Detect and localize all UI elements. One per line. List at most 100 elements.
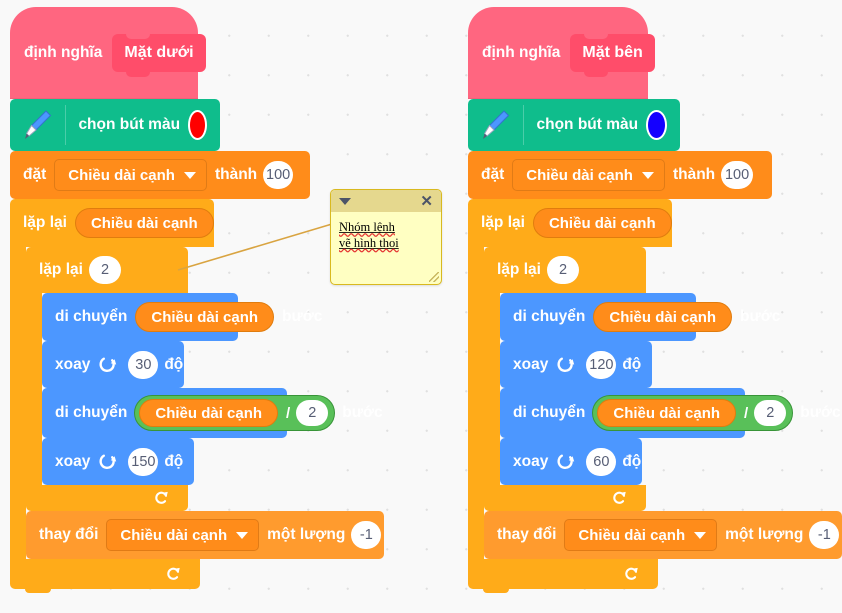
set-keyword: đặt [481,166,505,183]
division-right-input[interactable]: 2 [296,400,329,426]
move-steps-block-2[interactable]: di chuyển Chiều dài cạnh / 2 bước [42,388,383,442]
change-value-input[interactable]: -1 [809,521,840,549]
define-hat-block[interactable]: định nghĩa Mặt dưới [10,7,206,99]
move-keyword-1: di chuyển [55,308,128,325]
comment-text[interactable]: Nhóm lệnh vẽ hình thoi [331,212,441,251]
outer-repeat-block[interactable]: lặp lại Chiều dài cạnh lặp lại 2 di chuy… [468,199,842,593]
inner-repeat-header[interactable]: lặp lại 2 [484,247,646,293]
chevron-down-icon [641,171,654,179]
move-keyword-2: di chuyển [55,404,128,421]
outer-repeat-variable[interactable]: Chiều dài cạnh [532,208,672,238]
procedure-prototype[interactable]: Mặt dưới [112,34,206,77]
set-value-input[interactable]: 100 [263,161,294,189]
turn-keyword-2: xoay [55,452,91,470]
outer-repeat-variable[interactable]: Chiều dài cạnh [74,208,214,238]
change-variable-dropdown-label: Chiều dài cạnh [578,526,686,544]
move-steps-block-1[interactable]: di chuyển Chiều dài cạnh bước [500,293,780,345]
change-variable-block[interactable]: thay đổi Chiều dài cạnh một lượng -1 [26,511,384,563]
change-variable-block[interactable]: thay đổi Chiều dài cạnh một lượng -1 [484,511,842,563]
turn-degrees-label-1: độ [622,355,642,373]
set-variable-block[interactable]: đặt Chiều dài cạnh thành 100 [10,151,310,203]
comment-titlebar[interactable]: ✕ [331,190,441,212]
turn-clockwise-icon [556,355,576,375]
outer-repeat-body: lặp lại 2 di chuyển Chiều dài cạnh bước [484,247,842,563]
turn-right-block-2[interactable]: xoay 150 độ [42,438,194,489]
division-operator-symbol: / [286,404,291,422]
script-mat-ben[interactable]: định nghĩa Mặt bên chọn bút màu đặt Chiề… [468,7,842,593]
change-value-input[interactable]: -1 [351,521,382,549]
inner-repeat-times-input[interactable]: 2 [88,256,122,284]
close-icon[interactable]: ✕ [420,194,433,209]
move-steps-label-2: bước [800,404,841,421]
outer-repeat-arm [468,247,484,559]
pen-color-label: chọn bút màu [78,116,181,133]
division-operator-block[interactable]: Chiều dài cạnh / 2 [134,395,336,431]
inner-repeat-block[interactable]: lặp lại 2 di chuyển Chiều dài cạnh bước [484,247,842,515]
procedure-prototype[interactable]: Mặt bên [570,34,655,77]
loop-arrow-icon [167,567,180,580]
turn-clockwise-icon [98,355,118,375]
turn-degrees-input-1[interactable]: 120 [586,350,617,379]
variable-dropdown[interactable]: Chiều dài cạnh [54,159,207,191]
chevron-down-icon[interactable] [339,197,351,205]
change-keyword: thay đổi [497,526,557,543]
change-variable-dropdown[interactable]: Chiều dài cạnh [106,519,260,551]
move-keyword-1: di chuyển [513,308,586,325]
move-keyword-2: di chuyển [513,404,586,421]
turn-right-block-1[interactable]: xoay 120 độ [500,341,652,392]
move-steps-block-2[interactable]: di chuyển Chiều dài cạnh / 2 bước [500,388,841,442]
change-by-label: một lượng [267,526,346,543]
outer-repeat-header[interactable]: lặp lại Chiều dài cạnh [10,199,214,247]
outer-repeat-footer [468,559,658,593]
turn-keyword-1: xoay [513,355,549,373]
chevron-down-icon [694,531,707,539]
turn-clockwise-icon [556,452,576,472]
division-right-input[interactable]: 2 [754,400,787,426]
inner-repeat-arm [484,293,500,485]
define-keyword: định nghĩa [482,44,561,61]
move-steps-label-1: bước [740,308,781,325]
change-keyword: thay đổi [39,526,99,543]
move-steps-block-1[interactable]: di chuyển Chiều dài cạnh bước [42,293,322,345]
define-hat-block[interactable]: định nghĩa Mặt bên [468,7,655,99]
variable-dropdown-label: Chiều dài cạnh [526,166,633,184]
division-left-variable[interactable]: Chiều dài cạnh [597,399,737,427]
turn-right-block-1[interactable]: xoay 30 độ [42,341,184,392]
chevron-down-icon [183,171,196,179]
inner-repeat-block[interactable]: lặp lại 2 di chuyển Chiều dài cạnh bước [26,247,384,515]
variable-dropdown[interactable]: Chiều dài cạnh [512,159,665,191]
define-keyword: định nghĩa [24,44,103,61]
inner-repeat-arm [26,293,42,485]
turn-degrees-input-2[interactable]: 150 [128,447,159,476]
inner-repeat-header[interactable]: lặp lại 2 [26,247,188,293]
division-left-variable[interactable]: Chiều dài cạnh [139,399,279,427]
turn-right-block-2[interactable]: xoay 60 độ [500,438,642,489]
inner-repeat-keyword: lặp lại [497,261,541,278]
pen-color-swatch[interactable] [188,110,207,140]
pen-color-label: chọn bút màu [536,116,639,133]
outer-repeat-block[interactable]: lặp lại Chiều dài cạnh lặp lại 2 di chuy… [10,199,384,593]
script-mat-duoi[interactable]: định nghĩa Mặt dưới chọn bút màu đặt Chi… [10,7,384,593]
inner-repeat-keyword: lặp lại [39,261,83,278]
inner-repeat-times-input[interactable]: 2 [546,256,580,284]
outer-repeat-body: lặp lại 2 di chuyển Chiều dài cạnh bước [26,247,384,563]
change-variable-dropdown[interactable]: Chiều dài cạnh [564,519,718,551]
outer-repeat-header[interactable]: lặp lại Chiều dài cạnh [468,199,672,247]
pen-color-swatch[interactable] [646,110,667,140]
set-variable-block[interactable]: đặt Chiều dài cạnh thành 100 [468,151,772,203]
division-operator-block[interactable]: Chiều dài cạnh / 2 [592,395,794,431]
comment-box[interactable]: ✕ Nhóm lệnh vẽ hình thoi [330,189,442,285]
turn-degrees-input-1[interactable]: 30 [128,350,159,379]
move-steps-label-1: bước [282,308,323,325]
set-pen-color-block[interactable]: chọn bút màu [468,99,680,155]
loop-arrow-icon [625,567,638,580]
move-steps-variable-1[interactable]: Chiều dài cạnh [135,302,275,332]
set-pen-color-block[interactable]: chọn bút màu [10,99,220,155]
turn-degrees-label-1: độ [164,355,184,373]
comment-resize-handle[interactable] [429,272,439,282]
turn-degrees-input-2[interactable]: 60 [586,447,617,476]
comment-line-1: Nhóm lệnh [339,220,395,234]
division-operator-symbol: / [744,404,749,422]
move-steps-variable-1[interactable]: Chiều dài cạnh [593,302,733,332]
set-value-input[interactable]: 100 [721,161,753,189]
